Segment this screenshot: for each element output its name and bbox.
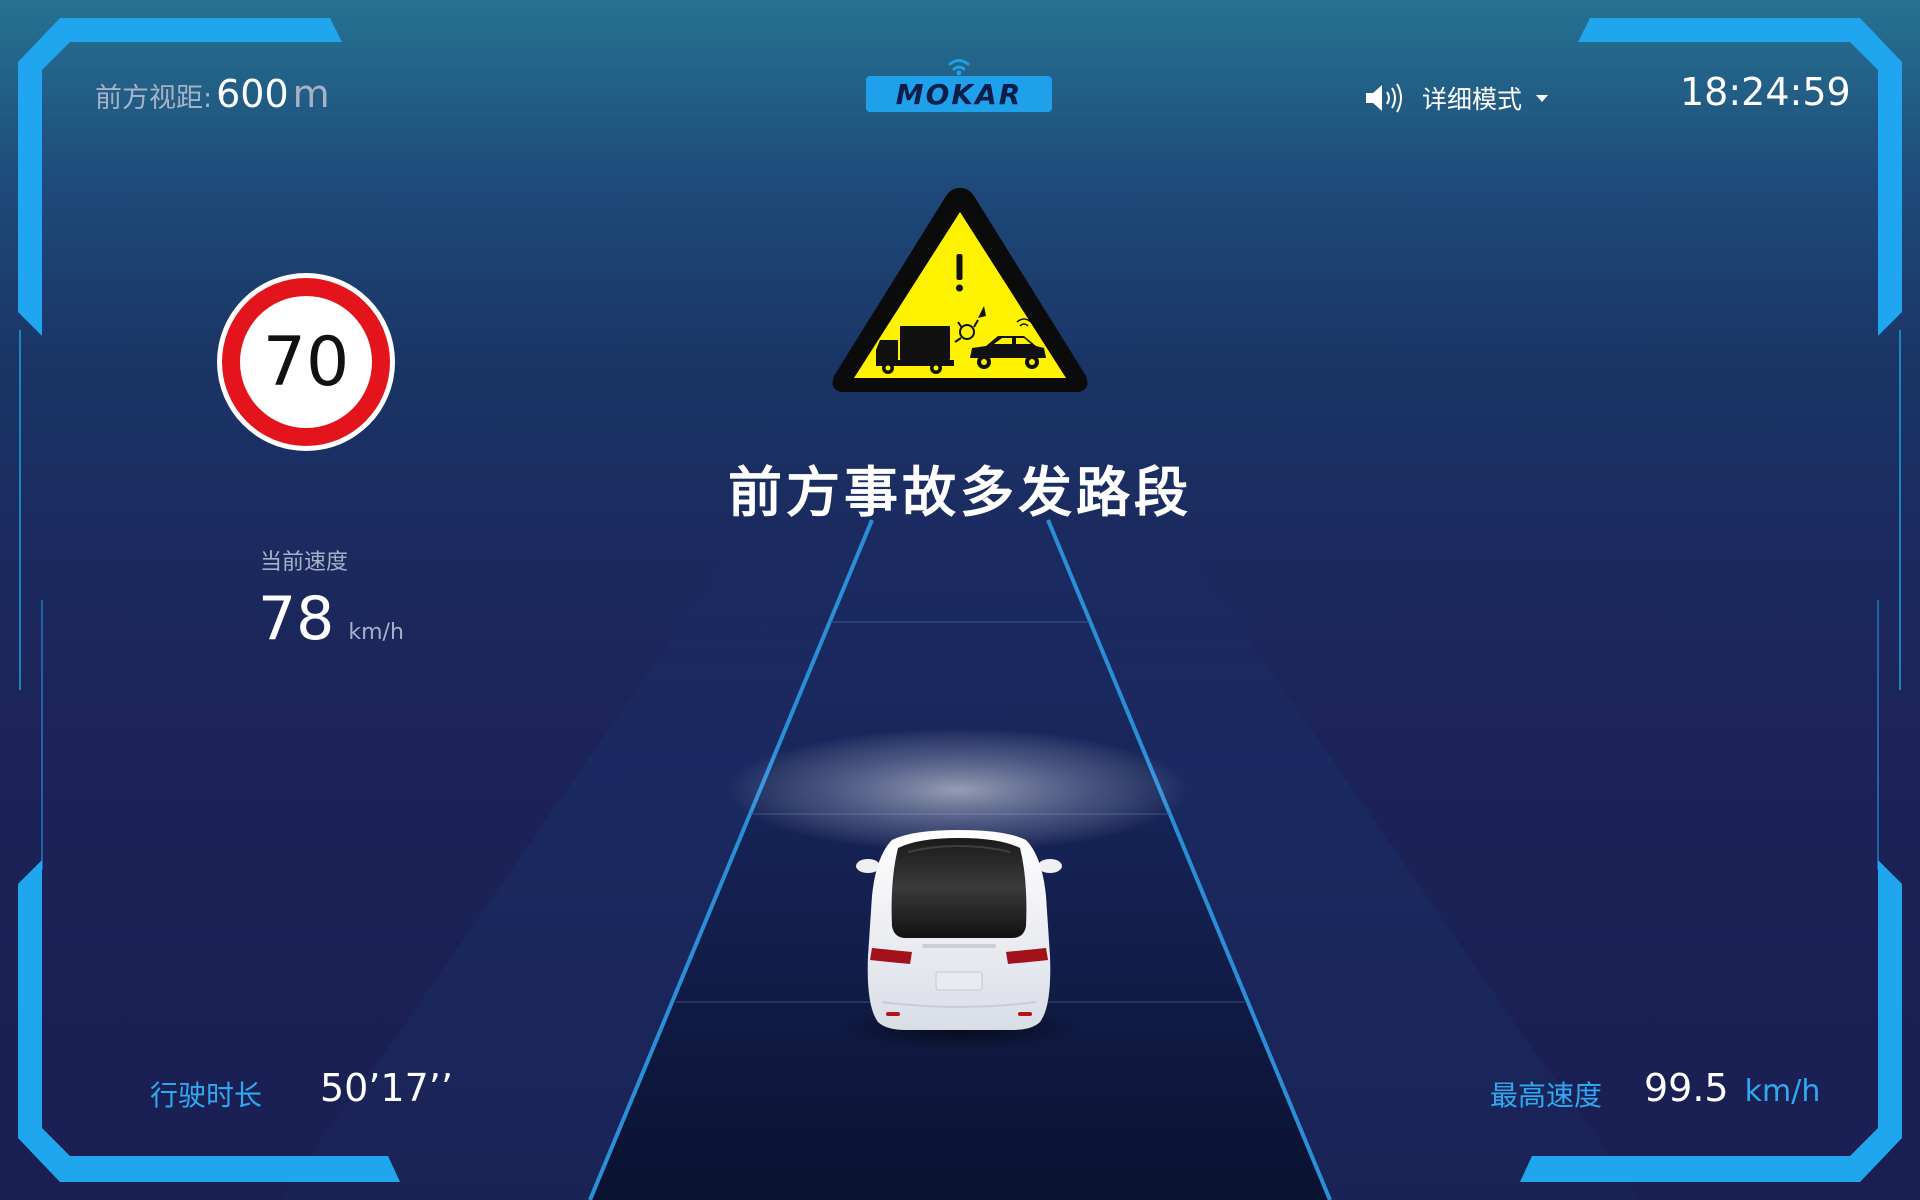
frame-corner-bottom-right	[1520, 860, 1902, 1182]
wifi-signal-icon: MOKAR	[866, 59, 1052, 112]
brand-logo: MOKAR	[866, 54, 1052, 114]
visibility-label: 前方视距:	[95, 83, 213, 114]
current-speed-value: 78	[258, 584, 335, 654]
visibility-unit: m	[292, 72, 330, 116]
alert-title: 前方事故多发路段	[728, 461, 1192, 524]
drive-time-value: 50’17’’	[320, 1066, 453, 1110]
accident-warning-icon	[832, 188, 1088, 392]
ego-car-icon	[856, 830, 1062, 1030]
current-speed: 78 km/h	[258, 584, 404, 654]
drive-time-label: 行驶时长	[150, 1079, 263, 1112]
max-speed-value: 99.5	[1644, 1066, 1729, 1110]
max-speed-label: 最高速度	[1490, 1079, 1603, 1112]
clock: 18:24:59	[1680, 70, 1851, 114]
visibility-value: 600	[216, 72, 289, 116]
caret-down-icon[interactable]	[1532, 91, 1552, 105]
brand-text: MOKAR	[896, 78, 1023, 111]
forward-visibility: 前方视距: 600 m	[95, 72, 330, 122]
current-speed-unit: km/h	[348, 620, 404, 645]
max-speed: 99.5 km/h	[1644, 1066, 1820, 1110]
frame-corner-bottom-left	[18, 860, 400, 1182]
mode-label[interactable]: 详细模式	[1422, 80, 1522, 116]
speaker-icon[interactable]	[1364, 82, 1406, 114]
hud-screen: 前方视距: 600 m MOKAR 详细模式 18:24:59 70 当前速度 …	[0, 0, 1920, 1200]
current-speed-label: 当前速度	[260, 550, 349, 575]
speed-limit-value: 70	[262, 323, 350, 402]
max-speed-unit: km/h	[1744, 1074, 1821, 1109]
mode-selector[interactable]: 详细模式	[1364, 78, 1552, 118]
frame-corner-top-right	[1578, 18, 1902, 336]
